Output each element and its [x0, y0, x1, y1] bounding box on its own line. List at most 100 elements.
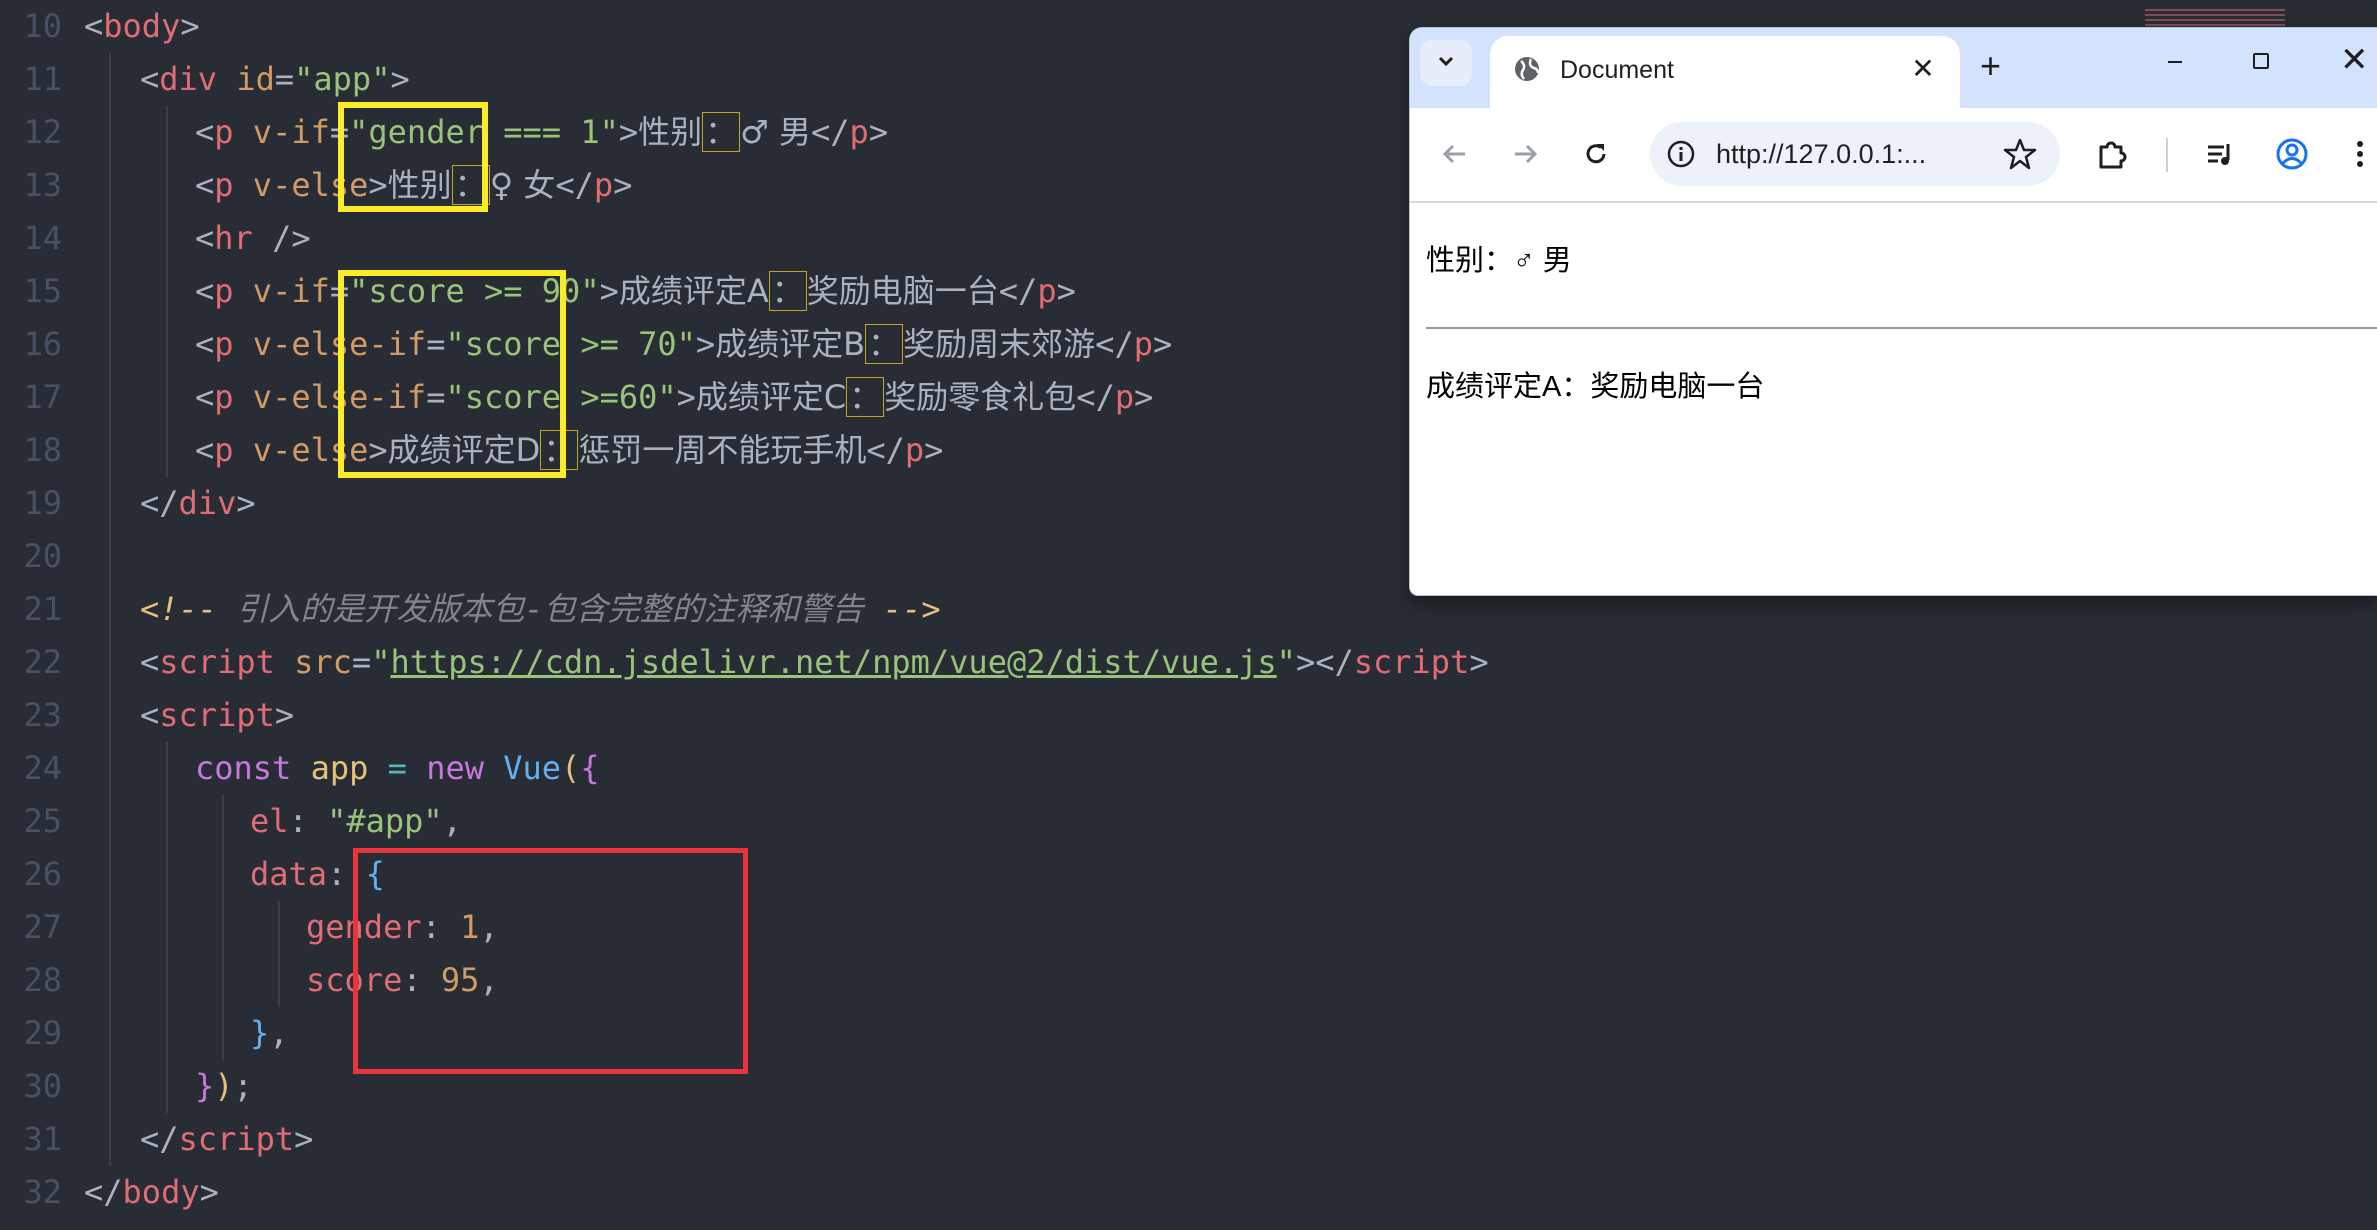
- tag-bracket: <: [195, 166, 215, 204]
- tag-name: p: [849, 113, 869, 151]
- property-key: data: [250, 855, 328, 893]
- text-content: ♀ 女: [489, 166, 556, 204]
- tag-bracket: </: [866, 431, 905, 469]
- back-arrow-icon[interactable]: [1434, 134, 1474, 174]
- indent-guide: [109, 583, 111, 636]
- tab-close-icon[interactable]: ✕: [1908, 54, 1938, 84]
- indent-guide: [166, 371, 168, 424]
- colon: :: [288, 802, 328, 840]
- code-line-24[interactable]: 24 const app = new Vue({: [0, 742, 2377, 795]
- star-icon[interactable]: [2002, 136, 2038, 172]
- tag-name: div: [178, 484, 237, 522]
- indent-guide: [166, 212, 168, 265]
- url-text: http://127.0.0.1:...: [1716, 139, 1927, 169]
- tag-name: p: [1114, 378, 1135, 416]
- line-number: 19: [23, 484, 62, 522]
- profile-icon[interactable]: [2272, 134, 2312, 174]
- forward-arrow-icon[interactable]: [1506, 134, 1546, 174]
- tag-name: p: [904, 431, 925, 469]
- fullwidth-colon-marker: ：: [865, 324, 904, 364]
- indent-guide: [109, 53, 111, 106]
- indent-guide: [109, 795, 111, 848]
- code-line-23[interactable]: 23 <script>: [0, 689, 2377, 742]
- tag-bracket: </: [1076, 378, 1115, 416]
- line-number: 22: [23, 643, 62, 681]
- tag-bracket: <: [195, 272, 215, 310]
- new-tab-button[interactable]: +: [1980, 48, 2001, 84]
- info-icon[interactable]: [1666, 139, 1696, 169]
- tab-strip: Document ✕ + ✕: [1410, 28, 2377, 108]
- tag-name: body: [122, 1173, 200, 1211]
- line-number: 20: [23, 537, 62, 575]
- line-number: 31: [23, 1120, 62, 1158]
- tag-name: script: [178, 1120, 295, 1158]
- tag-bracket: >: [695, 325, 716, 363]
- reload-icon[interactable]: [1576, 134, 1616, 174]
- attr-name: v-if: [233, 272, 330, 310]
- indent-guide: [109, 477, 111, 530]
- indent-guide: [109, 1007, 111, 1060]
- tag-bracket: </: [555, 166, 594, 204]
- window-close-icon[interactable]: ✕: [2340, 42, 2369, 78]
- line-number: 30: [23, 1067, 62, 1105]
- line-number: 17: [23, 378, 62, 416]
- code-line-22[interactable]: 22 <script src="https://cdn.jsdelivr.net…: [0, 636, 2377, 689]
- tag-bracket: >: [274, 696, 295, 734]
- indent-guide: [109, 742, 111, 795]
- media-control-icon[interactable]: [2200, 134, 2240, 174]
- toolbar-separator: [2166, 138, 2168, 172]
- tag-bracket: </: [84, 1173, 123, 1211]
- tag-bracket: >: [599, 272, 619, 310]
- extensions-icon[interactable]: [2092, 134, 2132, 174]
- tag-name: script: [1353, 643, 1470, 681]
- indent-guide: [166, 318, 168, 371]
- tag-name: hr: [214, 219, 253, 257]
- rendered-score-paragraph: 成绩评定A：奖励电脑一台: [1426, 371, 1765, 403]
- indent-guide: [109, 212, 111, 265]
- code-line-31[interactable]: 31 </script>: [0, 1113, 2377, 1166]
- paren: ): [214, 1067, 234, 1105]
- tag-bracket: >: [180, 7, 200, 45]
- text-content: 奖励周末郊游: [903, 325, 1096, 363]
- tag-bracket: >: [199, 1173, 219, 1211]
- rendered-gender-paragraph: 性别：♂ 男: [1426, 245, 1572, 277]
- indent-guide: [166, 901, 168, 954]
- tag-bracket: <: [140, 60, 160, 98]
- minimize-icon[interactable]: [2160, 46, 2190, 76]
- indent-guide: [222, 954, 224, 1007]
- tag-bracket: >: [390, 60, 410, 98]
- script-src-link[interactable]: https://cdn.jsdelivr.net/npm/vue@2/dist/…: [390, 643, 1276, 681]
- line-number: 28: [23, 961, 62, 999]
- tag-bracket: />: [252, 219, 311, 257]
- code-line-32[interactable]: 32 </body>: [0, 1166, 2377, 1219]
- tag-name: p: [1133, 325, 1153, 363]
- kebab-menu-icon[interactable]: [2340, 134, 2377, 174]
- tag-bracket: </: [140, 484, 179, 522]
- tag-name: p: [214, 113, 234, 151]
- tag-name: p: [214, 378, 234, 416]
- tab-search-button[interactable]: [1420, 40, 1472, 86]
- fullwidth-colon-marker: ：: [768, 271, 807, 311]
- indent-guide: [222, 901, 224, 954]
- quote: ": [371, 643, 391, 681]
- text-content: 惩罚一周不能玩手机: [578, 431, 867, 469]
- code-line-25[interactable]: 25 el: "#app",: [0, 795, 2377, 848]
- address-bar[interactable]: http://127.0.0.1:...: [1650, 122, 2060, 186]
- maximize-icon[interactable]: [2246, 46, 2276, 76]
- tag-bracket: >: [294, 1120, 314, 1158]
- indent-guide: [109, 1113, 111, 1166]
- indent-guide: [166, 848, 168, 901]
- indent-guide: [166, 954, 168, 1007]
- browser-window[interactable]: Document ✕ + ✕ http://127.0.0.1:... 性别：♂…: [1410, 28, 2377, 595]
- property-key: el: [250, 802, 289, 840]
- equals: =: [274, 60, 295, 98]
- tag-name: body: [103, 7, 181, 45]
- line-number: 24: [23, 749, 62, 787]
- tab-document[interactable]: Document ✕: [1490, 36, 1960, 108]
- line-number: 14: [23, 219, 62, 257]
- indent-guide: [278, 954, 280, 1007]
- indent-guide: [222, 1007, 224, 1060]
- tag-bracket: <: [84, 7, 104, 45]
- globe-icon: [1512, 54, 1542, 84]
- line-number: 26: [23, 855, 62, 893]
